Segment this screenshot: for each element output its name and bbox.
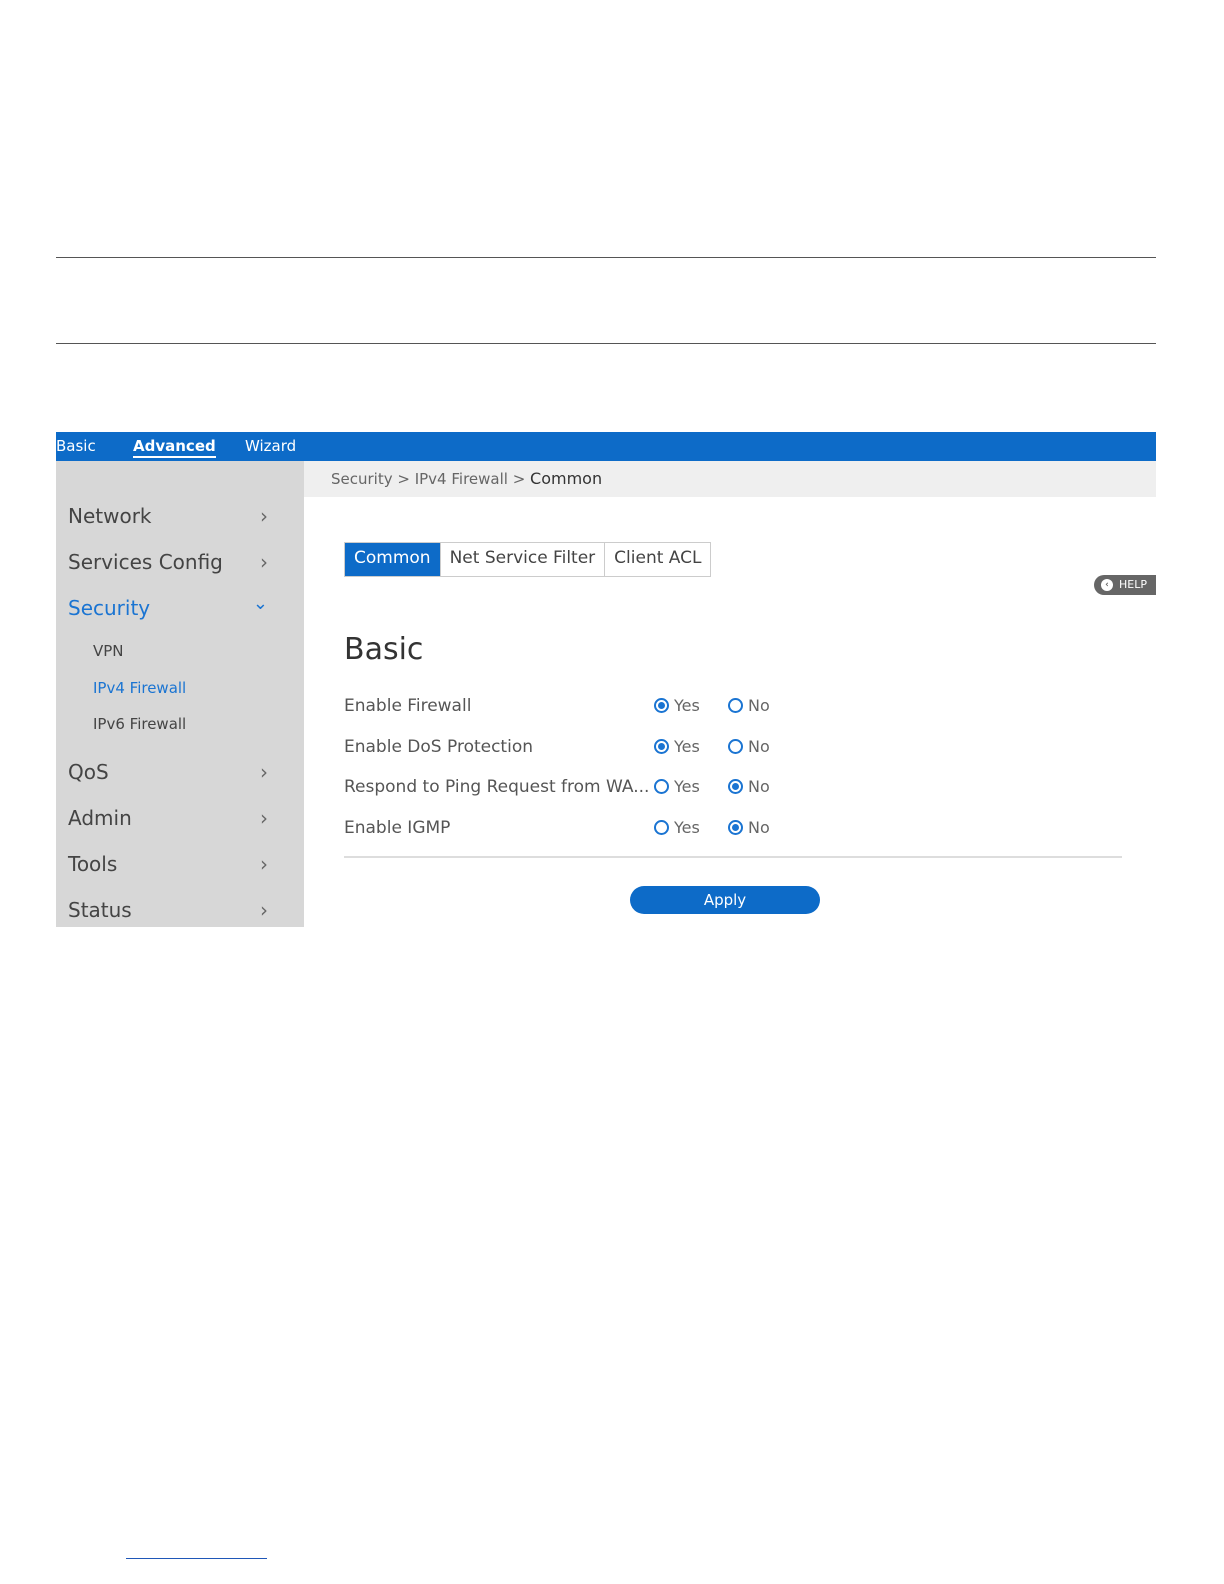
form-divider	[344, 856, 1122, 858]
sidebar-item-status[interactable]: Status ›	[68, 895, 278, 925]
radio-yes-label: Yes	[674, 818, 700, 837]
sidebar-subitem-ipv4-firewall[interactable]: IPv4 Firewall	[93, 678, 186, 698]
chevron-right-icon: ›	[260, 550, 268, 574]
chevron-right-icon: ›	[260, 852, 268, 876]
radio-no[interactable]	[728, 779, 743, 794]
help-label: HELP	[1119, 578, 1147, 591]
sidebar-item-network[interactable]: Network ›	[68, 501, 278, 531]
setting-label: Enable DoS Protection	[344, 737, 534, 757]
radio-no-label: No	[748, 818, 770, 837]
sidebar-item-label: Status	[68, 898, 132, 922]
sidebar-item-label: Security	[68, 596, 151, 620]
sidebar-item-label: Admin	[68, 806, 132, 830]
top-nav-basic[interactable]: Basic	[56, 437, 96, 455]
sidebar-item-tools[interactable]: Tools ›	[68, 849, 278, 879]
radio-no-label: No	[748, 777, 770, 796]
radio-no-label: No	[748, 737, 770, 756]
setting-row-enable-dos-protection: Enable DoS Protection Yes No	[344, 734, 824, 760]
setting-label: Enable IGMP	[344, 818, 451, 838]
top-nav-wizard[interactable]: Wizard	[245, 437, 296, 455]
top-rule	[56, 257, 1156, 258]
radio-no[interactable]	[728, 739, 743, 754]
breadcrumb-bar: Security > IPv4 Firewall > Common	[304, 461, 1156, 497]
radio-yes[interactable]	[654, 820, 669, 835]
radio-no-label: No	[748, 696, 770, 715]
footnote-rule	[126, 1558, 267, 1559]
sidebar-item-label: Services Config	[68, 550, 223, 574]
setting-row-enable-igmp: Enable IGMP Yes No	[344, 815, 824, 841]
chevron-right-icon: ›	[260, 760, 268, 784]
radio-yes-label: Yes	[674, 777, 700, 796]
radio-yes[interactable]	[654, 779, 669, 794]
top-nav-advanced[interactable]: Advanced	[133, 437, 216, 458]
tab-net-service-filter[interactable]: Net Service Filter	[440, 543, 606, 576]
breadcrumb-current: Common	[530, 469, 603, 488]
setting-row-respond-to-ping: Respond to Ping Request from WA... Yes N…	[344, 774, 824, 800]
radio-yes[interactable]	[654, 698, 669, 713]
radio-yes-label: Yes	[674, 737, 700, 756]
chevron-down-icon: ⌄	[252, 593, 268, 614]
chevron-right-icon: ›	[260, 806, 268, 830]
sidebar-item-label: Tools	[68, 852, 118, 876]
sidebar-item-admin[interactable]: Admin ›	[68, 803, 278, 833]
setting-label: Respond to Ping Request from WA...	[344, 777, 650, 797]
sidebar-item-label: QoS	[68, 760, 109, 784]
sidebar-item-label: Network	[68, 504, 152, 528]
sidebar-item-services-config[interactable]: Services Config ›	[68, 547, 278, 577]
router-admin-screenshot: Basic Advanced Wizard Network › Services…	[56, 432, 1156, 927]
sidebar-subitem-vpn[interactable]: VPN	[93, 641, 124, 661]
arrow-left-icon: ‹	[1101, 579, 1113, 591]
chevron-right-icon: ›	[260, 898, 268, 922]
sidebar-subitem-ipv6-firewall[interactable]: IPv6 Firewall	[93, 714, 186, 734]
tab-common[interactable]: Common	[345, 543, 441, 576]
radio-yes-label: Yes	[674, 696, 700, 715]
top-nav-bar: Basic Advanced Wizard	[56, 432, 1156, 461]
sidebar-item-security[interactable]: Security ⌄	[68, 593, 278, 623]
radio-no[interactable]	[728, 698, 743, 713]
second-rule	[56, 343, 1156, 344]
tab-client-acl[interactable]: Client ACL	[605, 543, 711, 576]
tab-bar: Common Net Service Filter Client ACL	[344, 542, 712, 577]
setting-row-enable-firewall: Enable Firewall Yes No	[344, 693, 824, 719]
help-button[interactable]: ‹ HELP	[1094, 575, 1156, 595]
breadcrumb: Security > IPv4 Firewall > Common	[331, 469, 602, 488]
sidebar: Network › Services Config › Security ⌄ V…	[56, 461, 304, 927]
chevron-right-icon: ›	[260, 504, 268, 528]
setting-label: Enable Firewall	[344, 696, 472, 716]
sidebar-item-qos[interactable]: QoS ›	[68, 757, 278, 787]
section-title: Basic	[344, 632, 424, 667]
apply-button[interactable]: Apply	[630, 886, 820, 914]
breadcrumb-path: Security > IPv4 Firewall >	[331, 470, 531, 488]
radio-no[interactable]	[728, 820, 743, 835]
radio-yes[interactable]	[654, 739, 669, 754]
